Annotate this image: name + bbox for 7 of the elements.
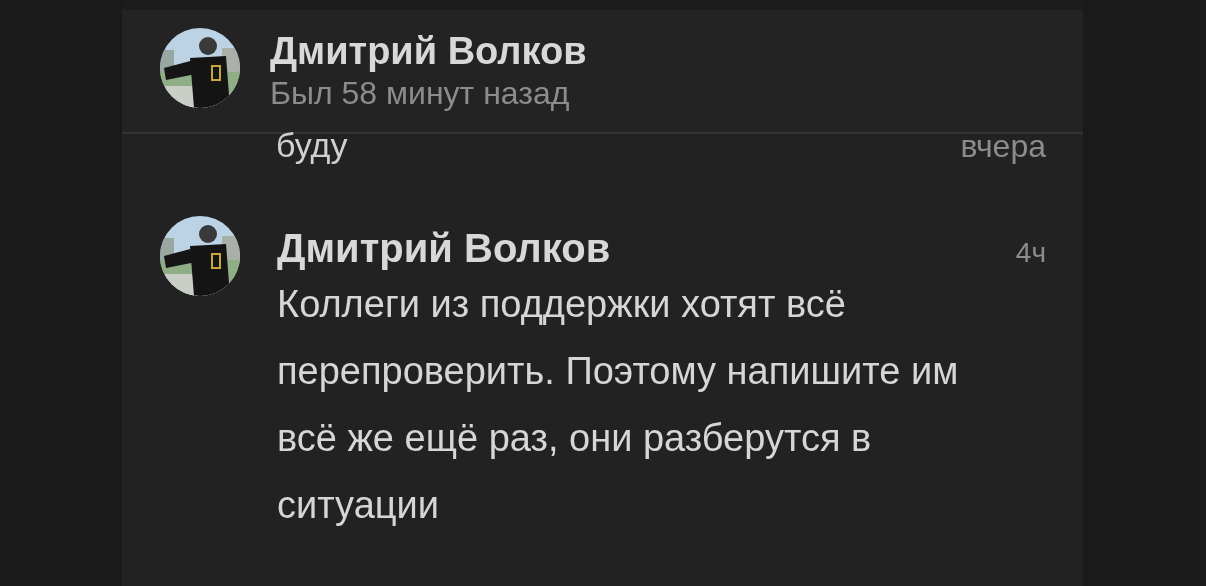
last-seen-status: Был 58 минут назад bbox=[270, 75, 571, 112]
message-time: 4ч bbox=[1015, 237, 1046, 269]
message-text: Коллеги из поддержки хотят всё перепроверить. Поэтому напишите им всё же ещё раз, они разберутся в ситуации bbox=[277, 282, 960, 528]
contact-name: Дмитрий Волков bbox=[270, 30, 587, 73]
message-text: буду bbox=[276, 126, 348, 165]
author-name: Дмитрий Волков bbox=[277, 226, 611, 271]
message-time: вчера bbox=[960, 128, 1046, 165]
